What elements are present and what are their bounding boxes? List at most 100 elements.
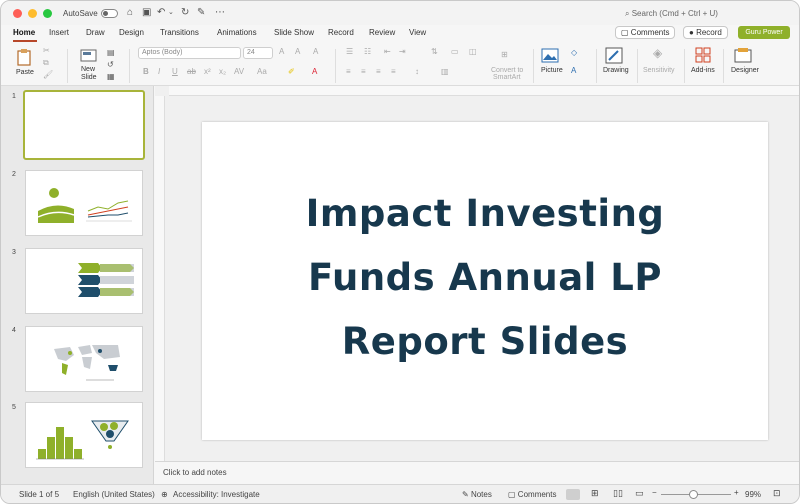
convert-smartart-icon[interactable]: ⊞ [501, 50, 508, 60]
search-placeholder: Search (Cmd + Ctrl + U) [631, 9, 718, 18]
clear-formatting-icon[interactable]: A [313, 47, 318, 57]
align-left-icon[interactable]: ≡ [346, 67, 351, 77]
tab-animations[interactable]: Animations [217, 28, 257, 37]
zoom-out-icon[interactable]: − [652, 488, 657, 497]
zoom-level[interactable]: 99% [745, 490, 761, 499]
zoom-slider-thumb[interactable] [689, 490, 698, 499]
record-button[interactable]: ● Record [683, 26, 728, 39]
copy-icon[interactable]: ⧉ [43, 58, 49, 68]
bold-icon[interactable]: B [143, 67, 149, 77]
layout-icon[interactable]: ▤ [107, 48, 115, 58]
format-painter-icon[interactable]: ✎ [197, 7, 205, 19]
home-icon[interactable]: ⌂ [127, 7, 133, 19]
shapes-icon[interactable]: ◇ [571, 48, 577, 58]
numbering-icon[interactable]: ☷ [364, 47, 371, 57]
autosave-toggle[interactable] [101, 9, 118, 18]
drawing-icon[interactable] [605, 47, 623, 64]
font-color-icon[interactable]: A [312, 67, 317, 77]
accessibility-status[interactable]: Accessibility: Investigate [173, 490, 260, 499]
normal-view-button[interactable] [566, 489, 580, 500]
align-text-icon[interactable]: ▭ [451, 47, 459, 57]
slide-editor[interactable]: Impact Investing Funds Annual LP Report … [155, 86, 799, 461]
tab-review[interactable]: Review [369, 28, 395, 37]
slide-thumbnail-1[interactable] [23, 90, 145, 160]
slide-show-icon[interactable]: ▭ [635, 488, 644, 499]
close-window-button[interactable] [13, 9, 22, 18]
tab-home[interactable]: Home [13, 28, 35, 37]
search-input[interactable]: ⌕ Search (Cmd + Ctrl + U) [625, 9, 718, 19]
smartart-small-icon[interactable]: ◫ [469, 47, 477, 57]
language-indicator[interactable]: English (United States) [73, 490, 155, 499]
reading-view-icon[interactable]: ▯▯ [613, 488, 623, 499]
tab-insert[interactable]: Insert [49, 28, 69, 37]
tab-draw[interactable]: Draw [86, 28, 105, 37]
highlight-icon[interactable]: ✐ [288, 67, 295, 77]
subscript-icon[interactable]: x₂ [219, 67, 226, 77]
horizontal-ruler [169, 86, 799, 96]
add-ins-icon[interactable] [695, 47, 711, 63]
bullets-icon[interactable]: ☰ [346, 47, 353, 57]
underline-icon[interactable]: U [172, 67, 178, 77]
slide-canvas[interactable]: Impact Investing Funds Annual LP Report … [202, 122, 768, 440]
designer-icon[interactable] [734, 47, 752, 63]
tab-view[interactable]: View [409, 28, 426, 37]
increase-font-icon[interactable]: A [279, 47, 284, 57]
textbox-icon[interactable]: A [571, 66, 576, 76]
columns-icon[interactable]: ▥ [441, 67, 449, 77]
comments-button[interactable]: ▢ Comments [615, 26, 676, 39]
font-size-select[interactable]: 24 [243, 47, 273, 59]
fit-slide-icon[interactable]: ⊡ [773, 488, 781, 499]
drawing-label: Drawing [603, 67, 629, 74]
slide-sorter-icon[interactable]: ⊞ [591, 488, 599, 499]
text-direction-icon[interactable]: ⇅ [431, 47, 438, 57]
line-spacing-icon[interactable]: ↕ [415, 67, 419, 77]
new-slide-icon[interactable] [79, 47, 99, 65]
tab-design[interactable]: Design [119, 28, 144, 37]
superscript-icon[interactable]: x² [204, 67, 211, 77]
slide-thumbnail-panel[interactable]: 1 2 3 4 5 [1, 86, 154, 484]
undo-icon[interactable]: ↶ [157, 7, 165, 19]
increase-indent-icon[interactable]: ⇥ [399, 47, 406, 57]
tab-transitions[interactable]: Transitions [160, 28, 199, 37]
slide-thumbnail-3[interactable] [25, 248, 143, 314]
section-icon[interactable]: ▦ [107, 72, 115, 82]
slide-thumbnail-4[interactable] [25, 326, 143, 392]
slide-title[interactable]: Impact Investing Funds Annual LP Report … [202, 182, 768, 374]
change-case-icon[interactable]: Aa [257, 67, 267, 77]
comments-toggle[interactable]: ▢ Comments [508, 490, 556, 499]
justify-icon[interactable]: ≡ [391, 67, 396, 77]
status-bar: Slide 1 of 5 English (United States) ⊕ A… [1, 484, 799, 503]
paste-icon[interactable] [15, 47, 35, 67]
cut-icon[interactable]: ✂ [43, 46, 50, 56]
redo-icon[interactable]: ↻ [181, 7, 189, 19]
autosave-label: AutoSave [63, 9, 98, 18]
tab-record[interactable]: Record [328, 28, 354, 37]
decrease-font-icon[interactable]: A [295, 47, 300, 57]
align-right-icon[interactable]: ≡ [376, 67, 381, 77]
tab-slide-show[interactable]: Slide Show [274, 28, 314, 37]
zoom-in-icon[interactable]: + [734, 488, 739, 497]
sensitivity-label: Sensitivity [643, 67, 675, 74]
font-name-select[interactable]: Aptos (Body) [138, 47, 241, 59]
sensitivity-icon[interactable]: ◈ [653, 47, 662, 59]
more-icon[interactable]: ⋯ [215, 7, 225, 19]
active-tab-indicator [13, 40, 37, 42]
guru-power-button[interactable]: Guru Power [738, 26, 790, 39]
slide-thumbnail-2[interactable] [25, 170, 143, 236]
ribbon-divider [335, 49, 336, 83]
undo-dropdown-icon[interactable]: ⌄ [168, 7, 174, 19]
format-brush-icon[interactable]: 🖌 [43, 70, 53, 80]
italic-icon[interactable]: I [158, 67, 160, 77]
reset-icon[interactable]: ↺ [107, 60, 114, 70]
character-spacing-icon[interactable]: AV [234, 67, 244, 77]
notes-toggle[interactable]: ✎ Notes [462, 490, 492, 499]
decrease-indent-icon[interactable]: ⇤ [384, 47, 391, 57]
picture-icon[interactable] [541, 48, 559, 63]
save-icon[interactable]: ▣ [142, 7, 151, 19]
align-center-icon[interactable]: ≡ [361, 67, 366, 77]
minimize-window-button[interactable] [28, 9, 37, 18]
notes-pane[interactable]: Click to add notes [155, 461, 799, 484]
slide-thumbnail-5[interactable] [25, 402, 143, 468]
strikethrough-icon[interactable]: ab [187, 67, 196, 77]
maximize-window-button[interactable] [43, 9, 52, 18]
